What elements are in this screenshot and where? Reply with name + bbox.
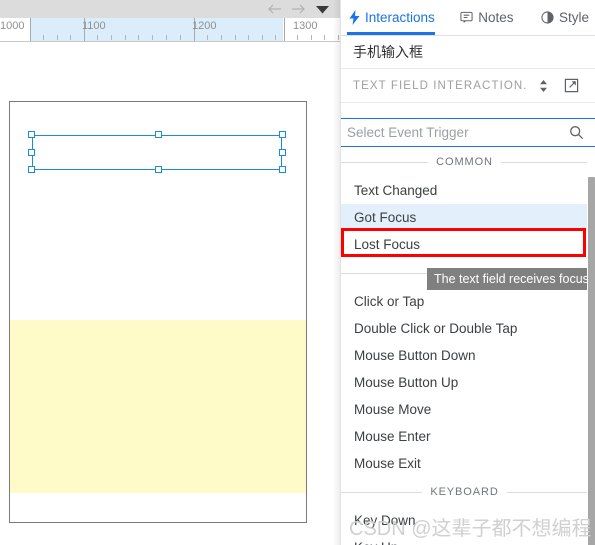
ruler-minor-tick <box>97 35 98 40</box>
group-divider-line <box>506 491 588 493</box>
horizontal-ruler[interactable]: 1000 1100 1200 1300 <box>0 18 340 42</box>
tab-notes[interactable]: Notes <box>454 0 519 35</box>
ruler-minor-tick <box>152 35 153 40</box>
resize-handle-top-center[interactable] <box>155 131 162 138</box>
contrast-circle-icon <box>541 11 554 24</box>
option-item[interactable]: Mouse Button Down <box>341 342 595 369</box>
option-item[interactable]: Key Down <box>341 507 595 534</box>
option-item[interactable]: Key Up <box>341 534 595 545</box>
ruler-minor-tick <box>125 35 126 40</box>
group-divider-line <box>500 161 589 163</box>
ruler-minor-tick <box>297 35 298 40</box>
tab-notes-label: Notes <box>478 10 514 25</box>
ruler-label: 1200 <box>192 20 217 32</box>
group-divider-line <box>341 272 429 274</box>
tab-interactions-label: Interactions <box>365 10 435 25</box>
ruler-label: 1000 <box>0 20 25 32</box>
option-item[interactable]: Got Focus <box>341 204 595 231</box>
dropdown-search-row <box>341 119 595 147</box>
resize-handle-top-left[interactable] <box>28 131 35 138</box>
ruler-selection-highlight <box>30 18 283 41</box>
tooltip: The text field receives focus <box>427 268 595 290</box>
search-icon[interactable] <box>566 123 586 143</box>
canvas-toolbar <box>0 0 340 18</box>
resize-handle-bottom-left[interactable] <box>28 166 35 173</box>
ruler-major-tick <box>284 18 285 41</box>
option-item[interactable]: Lost Focus <box>341 231 595 258</box>
resize-handle-middle-right[interactable] <box>279 149 286 156</box>
ruler-minor-tick <box>70 35 71 40</box>
ruler-label: 1300 <box>293 20 318 32</box>
chevron-up-down-icon[interactable] <box>531 74 555 98</box>
canvas-pane: 1000 1100 1200 1300 <box>0 0 340 545</box>
ruler-minor-tick <box>180 35 181 40</box>
ruler-minor-tick <box>43 35 44 40</box>
group-divider-line <box>341 491 423 493</box>
interaction-title: TEXT FIELD INTERACTION... <box>353 79 527 92</box>
ruler-minor-tick <box>235 35 236 40</box>
tab-style-label: Style <box>558 10 589 25</box>
ruler-minor-tick <box>57 35 58 40</box>
option-item[interactable]: Mouse Move <box>341 396 595 423</box>
triangle-down-icon[interactable] <box>310 1 334 17</box>
option-item[interactable]: Text Changed <box>341 177 595 204</box>
dropdown-scrollbar-track[interactable] <box>587 147 595 545</box>
option-item[interactable]: Mouse Enter <box>341 423 595 450</box>
ruler-minor-tick <box>248 35 249 40</box>
right-inspector-panel: Interactions Notes Style 手机输入框 TEXT FIEL… <box>340 0 595 545</box>
option-item[interactable]: Mouse Exit <box>341 450 595 477</box>
resize-handle-bottom-right[interactable] <box>279 166 286 173</box>
ruler-minor-tick <box>138 35 139 40</box>
artboard-yellow-region <box>10 320 306 493</box>
search-input[interactable] <box>347 125 566 140</box>
widget-name-label: 手机输入框 <box>341 36 595 69</box>
ruler-minor-tick <box>311 35 312 40</box>
event-trigger-dropdown: COMMONText ChangedGot FocusLost FocusMOU… <box>341 118 595 545</box>
tab-interactions[interactable]: Interactions <box>341 0 441 35</box>
ruler-minor-tick <box>262 35 263 40</box>
tab-spacer <box>441 0 454 35</box>
option-group-header: COMMON <box>341 147 595 177</box>
ruler-label: 1100 <box>82 20 106 32</box>
lightning-bolt-icon <box>349 10 360 25</box>
tab-spacer <box>520 0 535 35</box>
ruler-major-tick <box>30 18 31 41</box>
group-header-label: KEYBOARD <box>430 486 499 498</box>
ruler-minor-tick <box>275 35 276 40</box>
speech-bubble-icon <box>460 11 473 24</box>
arrow-left-icon[interactable] <box>262 1 286 17</box>
interaction-header-row: TEXT FIELD INTERACTION... <box>341 69 595 103</box>
option-item[interactable]: Click or Tap <box>341 288 595 315</box>
ruler-minor-tick <box>111 35 112 40</box>
application-window: 1000 1100 1200 1300 Interactions Notes S… <box>0 0 595 545</box>
arrow-right-icon[interactable] <box>286 1 310 17</box>
open-external-icon[interactable] <box>559 74 583 98</box>
ruler-minor-tick <box>324 35 325 40</box>
ruler-minor-tick <box>221 35 222 40</box>
event-trigger-option-list[interactable]: COMMONText ChangedGot FocusLost FocusMOU… <box>341 147 595 545</box>
tab-style[interactable]: Style <box>535 0 595 35</box>
resize-handle-middle-left[interactable] <box>28 149 35 156</box>
option-item[interactable]: Double Click or Double Tap <box>341 315 595 342</box>
ruler-minor-tick <box>207 35 208 40</box>
resize-handle-top-right[interactable] <box>279 131 286 138</box>
dropdown-scrollbar-thumb[interactable] <box>588 177 595 545</box>
ruler-minor-tick <box>166 35 167 40</box>
option-group-header: KEYBOARD <box>341 477 595 507</box>
ruler-minor-tick <box>338 35 339 40</box>
group-header-label: COMMON <box>436 156 493 168</box>
panel-tabs: Interactions Notes Style <box>341 0 595 36</box>
selected-widget-bounds[interactable] <box>28 131 286 173</box>
option-item[interactable]: Mouse Button Up <box>341 369 595 396</box>
group-divider-line <box>341 161 429 163</box>
resize-handle-bottom-center[interactable] <box>155 166 162 173</box>
